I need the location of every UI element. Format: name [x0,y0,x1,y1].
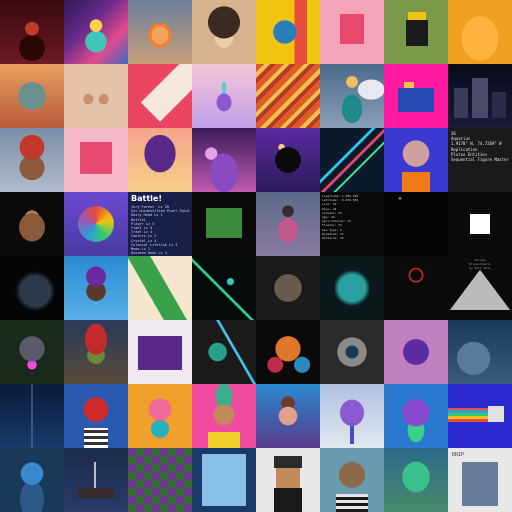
artwork-tile-white-square[interactable] [448,192,512,256]
artwork-tile-nyan-window[interactable] [448,384,512,448]
artwork-tile-blue-beam[interactable] [0,384,64,448]
artwork-tile-bored-ape[interactable] [320,448,384,512]
info-line: Sequential Figure Master [451,157,509,163]
drip-label: DRIP [452,452,465,458]
coordinates-text: Longitude: 1.385.498 Latitude: -0.236.839… [322,194,358,240]
artwork-tile-shadow-face[interactable] [0,256,64,320]
artwork-tile-horned-figure[interactable] [0,192,64,256]
info-line: 1.9178° N, 74.7269° W [451,141,502,147]
artwork-tile-skull-helmet[interactable] [0,64,64,128]
artwork-tile-torso-sketch[interactable] [64,64,128,128]
artwork-tile-pixel-cat[interactable] [192,192,256,256]
artwork-tile-winged-figure[interactable] [320,64,384,128]
artwork-tile-teal-jellyfish[interactable] [320,256,384,320]
artwork-tile-pink-punk[interactable] [128,384,192,448]
artwork-tile-crystal-shrine[interactable] [192,128,256,192]
artwork-tile-standing-woman[interactable] [256,192,320,256]
coordinate-line: Patterns: 15 [322,236,344,241]
artwork-tile-floating-island[interactable] [192,64,256,128]
artwork-tile-pink-robot-2[interactable] [64,128,128,192]
artwork-tile-cube-king[interactable] [384,0,448,64]
artwork-tile-crowned-robot[interactable] [0,320,64,384]
artwork-tile-chessboard[interactable] [128,448,192,512]
artwork-tile-purple-dragon[interactable] [384,320,448,384]
artwork-tile-tiger-tattoo[interactable] [256,320,320,384]
artwork-tile-toaster[interactable] [384,64,448,128]
artwork-tile-green-cactus-hand[interactable] [128,256,192,320]
artwork-tile-geometric-triangles[interactable] [128,64,192,128]
artwork-tile-leaf-head-kid[interactable] [192,384,256,448]
artwork-tile-card-illustration[interactable] [192,448,256,512]
artwork-tile-psychedelic-idol[interactable] [64,0,128,64]
artwork-tile-porthole-eye[interactable] [320,320,384,384]
artwork-tile-dark-dot[interactable] [384,192,448,256]
artwork-tile-info-card[interactable]: 36 Aquarius 1.9178° N, 74.7269° W Replicati… [448,128,512,192]
artwork-tile-red-ring[interactable] [384,256,448,320]
artwork-tile-purple-machine[interactable] [128,320,192,384]
artwork-tile-city-map[interactable] [448,320,512,384]
artwork-tile-drip-mirror[interactable]: DRIP [448,448,512,512]
info-card-text: 36 Aquarius 1.9178° N, 74.7269° W Replicati… [451,131,509,162]
artwork-tile-orange-blob[interactable] [448,0,512,64]
artwork-tile-red-devil[interactable] [64,384,128,448]
artwork-tile-coordinates-card[interactable]: Longitude: 1.385.498 Latitude: -0.236.839… [320,192,384,256]
artwork-tile-green-glow[interactable] [192,256,256,320]
artwork-tile-dark-sphere[interactable] [256,128,320,192]
artwork-tile-red-cap-character[interactable] [0,128,64,192]
artwork-tile-pixel-portrait[interactable] [192,0,256,64]
artwork-tile-pink-robot[interactable] [320,0,384,64]
artwork-tile-pirate-figure[interactable] [64,320,128,384]
artwork-tile-pyramid[interactable]: Chroma Rinascimento by Kalo Dall [448,256,512,320]
artwork-tile-pixel-hat-guy[interactable] [256,448,320,512]
battle-stat-line: Knocked Down Lv 4 [131,251,167,256]
artwork-tile-cyber-city[interactable] [448,64,512,128]
battle-stats: Jury Forest Lv 20 Giv Unidentified Pixel … [131,205,192,255]
artwork-tile-furby[interactable] [384,384,448,448]
artwork-tile-helmet-robot[interactable] [256,0,320,64]
pyramid-caption: Chroma Rinascimento by Kalo Dall [469,258,491,270]
artwork-tile-night-boat[interactable] [64,448,128,512]
artwork-tile-red-warrior[interactable] [0,0,64,64]
artwork-tile-stripes-pattern[interactable] [256,64,320,128]
artwork-tile-blue-woman[interactable] [0,448,64,512]
artwork-tile-owl-statue[interactable] [256,256,320,320]
artwork-tile-purple-cap-man[interactable] [64,256,128,320]
artwork-tile-purple-cloud[interactable] [320,384,384,448]
artwork-tile-purple-hair-woman[interactable] [128,128,192,192]
artwork-tile-battle-card[interactable]: Battle! Jury Forest Lv 20 Giv Unidentifie… [128,192,192,256]
nft-gallery-grid: 36 Aquarius 1.9178° N, 74.7269° W Replicati… [0,0,512,512]
artwork-tile-cow-character[interactable] [384,128,448,192]
artwork-tile-surf-woman[interactable] [256,384,320,448]
artwork-tile-lightsaber-figure[interactable] [192,320,256,384]
artwork-tile-rainbow-lion[interactable] [64,192,128,256]
battle-title: Battle! [131,194,162,203]
artwork-tile-mermaid-singer[interactable] [384,448,448,512]
artwork-tile-flame-lotus[interactable] [128,0,192,64]
artwork-tile-neon-streaks[interactable] [320,128,384,192]
